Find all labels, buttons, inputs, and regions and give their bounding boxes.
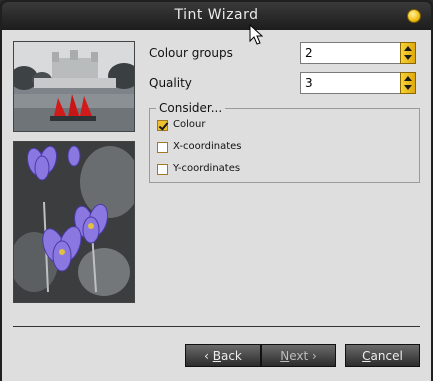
quality-spinner[interactable]: 3 [300,72,420,94]
flower-photo [13,141,135,303]
tint-wizard-window: Tint Wizard Colour groups 2 Quality 3 Co… [0,0,433,381]
next-button[interactable]: Next › [261,344,336,367]
window-title: Tint Wizard [174,7,259,23]
close-icon[interactable] [407,9,421,23]
quality-field[interactable]: 3 [300,72,400,94]
colour-groups-spinner[interactable]: 2 [300,42,420,64]
consider-group: Consider... Colour X-coordinates Y-coord… [149,101,420,183]
title-bar[interactable]: Tint Wizard [2,2,431,30]
checkbox-unchecked-icon[interactable] [157,164,168,175]
quality-label: Quality [149,76,192,90]
colour-groups-field[interactable]: 2 [300,42,400,64]
chevron-down-icon[interactable] [404,85,412,90]
chevron-up-icon[interactable] [404,76,412,81]
cancel-button[interactable]: Cancel [345,344,420,367]
back-button[interactable]: ‹ Back [185,344,261,367]
chevron-down-icon[interactable] [404,55,412,60]
checkbox-y-label: Y-coordinates [173,163,241,174]
chevron-up-icon[interactable] [404,46,412,51]
checkbox-unchecked-icon[interactable] [157,142,168,153]
wizard-body: Colour groups 2 Quality 3 Consider... Co… [2,30,431,381]
mouse-pointer-icon [249,24,263,45]
tower-photo [13,41,135,132]
colour-groups-stepper[interactable] [400,42,416,64]
consider-legend: Consider... [156,101,226,115]
quality-stepper[interactable] [400,72,416,94]
checkbox-checked-icon[interactable] [157,120,168,131]
checkbox-x-label: X-coordinates [173,141,242,152]
checkbox-colour-label: Colour [173,119,206,130]
colour-groups-label: Colour groups [149,46,233,60]
footer-divider [13,326,420,327]
